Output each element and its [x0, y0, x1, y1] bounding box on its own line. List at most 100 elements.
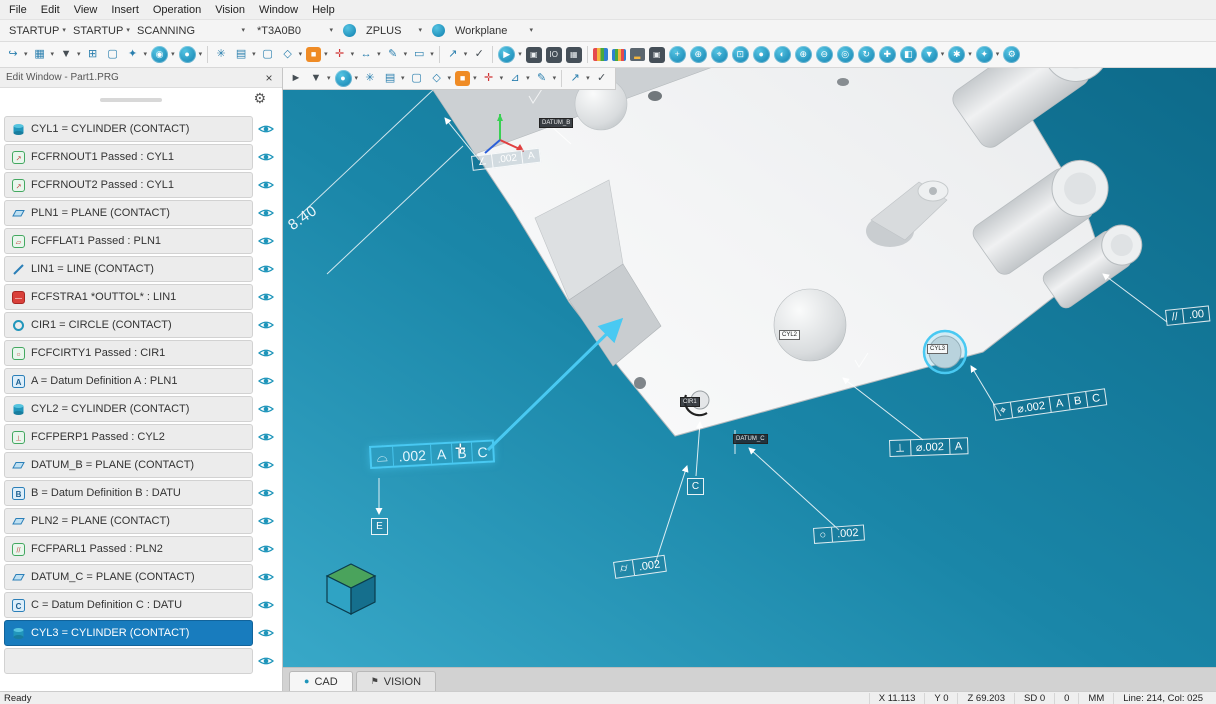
- visibility-eye-icon[interactable]: [253, 403, 279, 415]
- tree-item-partial[interactable]: [4, 648, 279, 674]
- program-flow-icon[interactable]: ▤▾: [231, 46, 258, 64]
- menu-file[interactable]: File: [2, 0, 34, 19]
- combo-zplus[interactable]: ZPLUS▾: [361, 22, 427, 40]
- dropdown-caret-icon[interactable]: ▾: [518, 51, 522, 58]
- edit-tool-icon[interactable]: ✎▾: [532, 70, 559, 88]
- tree-item-button[interactable]: DATUM_B = PLANE (CONTACT): [4, 452, 253, 478]
- visibility-eye-icon[interactable]: [253, 627, 279, 639]
- dropdown-caret-icon[interactable]: ▾: [51, 51, 55, 58]
- dropdown-caret-icon[interactable]: ▾: [553, 75, 557, 82]
- sketch-icon[interactable]: ✎▾: [383, 46, 410, 64]
- grid-add-icon[interactable]: ⊞: [83, 46, 103, 64]
- dropdown-caret-icon[interactable]: ▾: [996, 51, 1000, 58]
- feature-tag-datum_b[interactable]: DATUM_B: [539, 118, 573, 128]
- quick-measure-icon[interactable]: ✦▾: [123, 46, 150, 64]
- visibility-eye-icon[interactable]: [253, 543, 279, 555]
- visibility-eye-icon[interactable]: [253, 571, 279, 583]
- angle-tool-icon[interactable]: ⊿▾: [505, 70, 532, 88]
- visibility-eye-icon[interactable]: [253, 487, 279, 499]
- cad-window-icon[interactable]: ▢: [258, 46, 278, 64]
- alignment-cube[interactable]: [327, 564, 375, 614]
- dropdown-caret-icon[interactable]: ▾: [448, 75, 452, 82]
- cad-viewport[interactable]: ►▼▾●▾✳▤▾▢◇▾■▾✛▾⊿▾✎▾↗▾✓: [283, 68, 1216, 667]
- measure-feature-icon[interactable]: ✳: [360, 70, 380, 88]
- tree-item-b[interactable]: BB = Datum Definition B : DATU: [4, 480, 279, 506]
- surface-mode-icon[interactable]: ■▾: [304, 46, 330, 63]
- tree-item-pln2[interactable]: PLN2 = PLANE (CONTACT): [4, 508, 279, 534]
- menu-edit[interactable]: Edit: [34, 0, 67, 19]
- dropdown-caret-icon[interactable]: ▾: [351, 51, 355, 58]
- run-program-icon[interactable]: ▶▾: [496, 45, 524, 64]
- fit-window-icon[interactable]: ⊡: [730, 45, 751, 64]
- tree-item-button[interactable]: PLN2 = PLANE (CONTACT): [4, 508, 253, 534]
- zoom-plus-icon[interactable]: +: [667, 45, 688, 64]
- camera-settings-icon[interactable]: ▣: [647, 46, 667, 64]
- tree-item-fcfrnout1[interactable]: ↗FCFRNOUT1 Passed : CYL1: [4, 144, 279, 170]
- stylus-ball-icon[interactable]: ●▾: [333, 69, 361, 88]
- menu-window[interactable]: Window: [252, 0, 305, 19]
- dropdown-caret-icon[interactable]: ▾: [464, 51, 468, 58]
- probe-position-icon[interactable]: ▼▾: [919, 45, 947, 64]
- tree-item-pln1[interactable]: PLN1 = PLANE (CONTACT): [4, 200, 279, 226]
- combo-scanning[interactable]: SCANNING▾: [132, 22, 250, 40]
- tree-item-lin1[interactable]: LIN1 = LINE (CONTACT): [4, 256, 279, 282]
- tree-item-cir1[interactable]: CIR1 = CIRCLE (CONTACT): [4, 312, 279, 338]
- rotate-view-icon[interactable]: ↻: [856, 45, 877, 64]
- dropdown-caret-icon[interactable]: ▾: [299, 51, 303, 58]
- dropdown-caret-icon[interactable]: ▾: [586, 75, 590, 82]
- visibility-eye-icon[interactable]: [253, 291, 279, 303]
- color-map-icon[interactable]: [591, 47, 610, 62]
- tree-item-fcfperp1[interactable]: ⊥FCFPERP1 Passed : CYL2: [4, 424, 279, 450]
- dropdown-caret-icon[interactable]: ▾: [199, 51, 203, 58]
- visibility-eye-icon[interactable]: [253, 263, 279, 275]
- tree-item-button[interactable]: PLN1 = PLANE (CONTACT): [4, 200, 253, 226]
- combo-startup[interactable]: STARTUP▾: [4, 22, 66, 40]
- tree-item-button[interactable]: BB = Datum Definition B : DATU: [4, 480, 253, 506]
- menu-view[interactable]: View: [67, 0, 105, 19]
- light-panel-icon[interactable]: ▂: [628, 47, 647, 62]
- tree-item-cyl2[interactable]: CYL2 = CYLINDER (CONTACT): [4, 396, 279, 422]
- image-window-icon[interactable]: ▦: [564, 46, 584, 64]
- visibility-eye-icon[interactable]: [253, 347, 279, 359]
- frame-icon[interactable]: ▭▾: [409, 46, 436, 64]
- menu-insert[interactable]: Insert: [104, 0, 146, 19]
- target-probe-icon[interactable]: ✛▾: [479, 70, 506, 88]
- probe-tip-icon[interactable]: [343, 24, 356, 37]
- visibility-eye-icon[interactable]: [253, 375, 279, 387]
- tree-item-button[interactable]: DATUM_C = PLANE (CONTACT): [4, 564, 253, 590]
- tree-item-button[interactable]: ⊥FCFPERP1 Passed : CYL2: [4, 424, 253, 450]
- feature-tag-cyl2[interactable]: CYL2: [779, 330, 800, 340]
- dropdown-caret-icon[interactable]: ▾: [144, 51, 148, 58]
- confirm-icon[interactable]: ✓: [469, 46, 489, 64]
- tree-item-c[interactable]: CC = Datum Definition C : DATU: [4, 592, 279, 618]
- tree-item-button[interactable]: CYL3 = CYLINDER (CONTACT): [4, 620, 253, 646]
- workpiece-icon[interactable]: [432, 24, 445, 37]
- surface-probe-icon[interactable]: ■▾: [453, 70, 479, 87]
- menu-help[interactable]: Help: [305, 0, 342, 19]
- window-layout-icon[interactable]: ▦▾: [30, 46, 57, 64]
- tree-item-fcfflat1[interactable]: ▱FCFFLAT1 Passed : PLN1: [4, 228, 279, 254]
- accept-icon[interactable]: ✓: [592, 70, 612, 88]
- dropdown-caret-icon[interactable]: ▾: [526, 75, 530, 82]
- dropdown-caret-icon[interactable]: ▾: [377, 51, 381, 58]
- tree-item-button[interactable]: //FCFPARL1 Passed : PLN2: [4, 536, 253, 562]
- dropdown-caret-icon[interactable]: ▾: [324, 51, 328, 58]
- probe-icon[interactable]: ▼▾: [56, 46, 83, 64]
- vector-icon[interactable]: ↗▾: [443, 46, 470, 64]
- selected-feature-leader[interactable]: [488, 320, 621, 450]
- combo-workplane[interactable]: Workplane▾: [450, 22, 538, 40]
- tree-item-cyl1[interactable]: CYL1 = CYLINDER (CONTACT): [4, 116, 279, 142]
- tools-gear-icon[interactable]: ⚙: [1001, 45, 1022, 64]
- auto-focus-icon[interactable]: ⌖: [709, 45, 730, 64]
- dropdown-caret-icon[interactable]: ▾: [473, 75, 477, 82]
- dropdown-caret-icon[interactable]: ▾: [500, 75, 504, 82]
- datum-flag-e[interactable]: E: [371, 518, 388, 535]
- tree-item-button[interactable]: CYL2 = CYLINDER (CONTACT): [4, 396, 253, 422]
- tree-settings-gear-icon[interactable]: ⚙: [253, 91, 266, 105]
- tree-item-button[interactable]: —FCFSTRA1 *OUTTOL* : LIN1: [4, 284, 253, 310]
- visibility-eye-icon[interactable]: [253, 207, 279, 219]
- calibration-icon[interactable]: ✦▾: [974, 45, 1002, 64]
- pan-view-icon[interactable]: ✚: [877, 45, 898, 64]
- visibility-eye-icon[interactable]: [253, 319, 279, 331]
- flow-mode-icon[interactable]: ▤▾: [380, 70, 407, 88]
